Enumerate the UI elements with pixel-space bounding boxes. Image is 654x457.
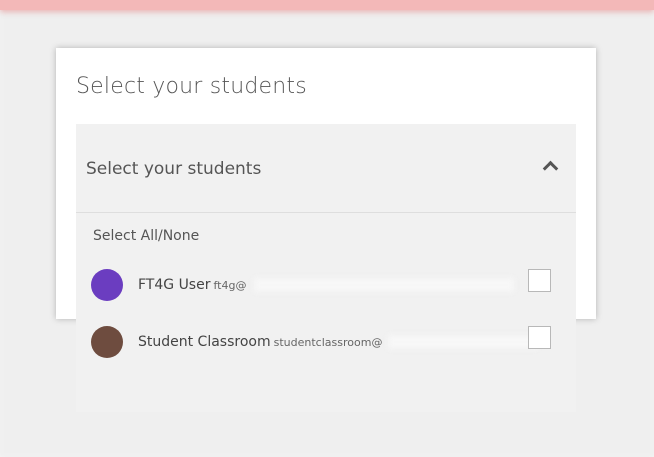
student-name: FT4G User ft4g@: [138, 277, 246, 293]
student-email: studentclassroom@: [273, 336, 383, 349]
chevron-up-icon[interactable]: [542, 160, 559, 177]
dropdown-header[interactable]: Select your students: [76, 124, 576, 213]
student-email: ft4g@: [213, 279, 247, 292]
background-text-line: [0, 438, 5, 456]
modal-title: Select your students: [76, 74, 307, 99]
dropdown-header-label: Select your students: [86, 159, 262, 179]
student-row: FT4G User ft4g@: [76, 265, 576, 305]
redacted-email-blur: [388, 335, 538, 349]
background-text-line: [0, 398, 5, 416]
student-name-text: Student Classroom: [138, 334, 271, 350]
student-checkbox[interactable]: [528, 269, 551, 292]
redacted-email-blur: [254, 278, 514, 292]
student-checkbox[interactable]: [528, 326, 551, 349]
select-all-none-link[interactable]: Select All/None: [93, 228, 199, 244]
background-text-line: [0, 372, 5, 390]
avatar: [91, 326, 123, 358]
students-dropdown: Select your students Select All/None FT4…: [76, 124, 576, 412]
background-top-bar: [0, 0, 654, 10]
student-row: Student Classroom studentclassroom@: [76, 322, 576, 362]
student-name: Student Classroom studentclassroom@: [138, 334, 382, 350]
background-breadcrumb: [0, 46, 4, 60]
student-name-text: FT4G User: [138, 277, 211, 293]
avatar: [91, 269, 123, 301]
